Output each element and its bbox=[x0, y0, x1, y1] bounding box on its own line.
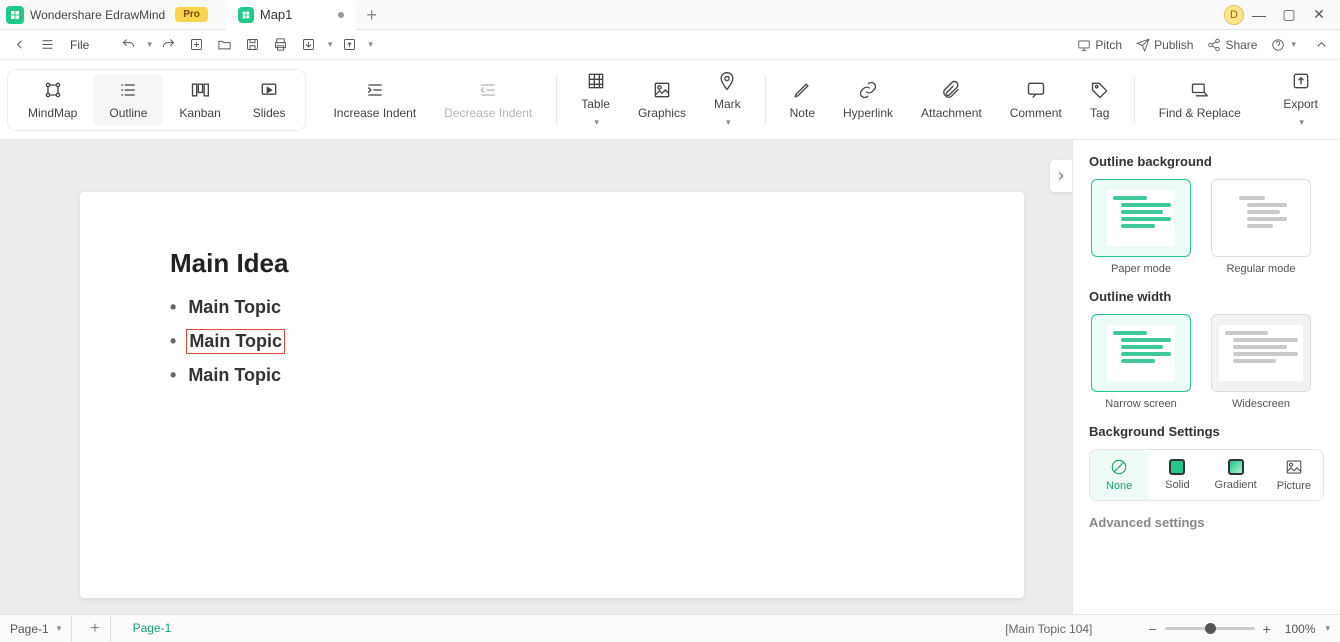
side-panel: Outline background Paper mode Regular mo… bbox=[1072, 140, 1340, 614]
hyperlink-button[interactable]: Hyperlink bbox=[829, 74, 907, 126]
outline-main-idea[interactable]: Main Idea bbox=[170, 248, 934, 279]
outline-topic-item[interactable]: Main Topic bbox=[170, 359, 934, 392]
user-avatar[interactable]: D bbox=[1224, 5, 1244, 25]
zoom-control: − + 100%▾ bbox=[1148, 621, 1330, 637]
redo-button[interactable] bbox=[158, 34, 180, 56]
kanban-view-button[interactable]: Kanban bbox=[163, 74, 236, 126]
undo-button[interactable] bbox=[117, 34, 139, 56]
tag-button[interactable]: Tag bbox=[1076, 74, 1124, 126]
page-tab[interactable]: Page-1 bbox=[119, 615, 186, 642]
outline-paper: Main Idea Main Topic Main Topic Main Top… bbox=[80, 192, 1024, 598]
view-mode-group: MindMap Outline Kanban Slides bbox=[8, 70, 305, 130]
menu-button[interactable] bbox=[36, 34, 58, 56]
outline-view-button[interactable]: Outline bbox=[93, 74, 163, 126]
add-page-button[interactable]: + bbox=[80, 615, 110, 642]
app-title: Wondershare EdrawMind bbox=[30, 8, 165, 22]
doc-tab-label: Map1 bbox=[260, 7, 293, 22]
outline-topic-item[interactable]: Main Topic bbox=[170, 324, 934, 359]
print-button[interactable] bbox=[270, 34, 292, 56]
file-menu[interactable]: File bbox=[70, 38, 89, 52]
collapse-panel-button[interactable] bbox=[1050, 160, 1072, 192]
app-logo-icon bbox=[6, 6, 24, 24]
share-quick-button[interactable] bbox=[338, 34, 360, 56]
outline-topic-item[interactable]: Main Topic bbox=[170, 291, 934, 324]
widescreen-option[interactable]: Widescreen bbox=[1209, 314, 1313, 410]
table-button[interactable]: Table▾ bbox=[567, 65, 624, 134]
document-tab[interactable]: Map1 bbox=[226, 0, 357, 30]
outline-topic-list: Main Topic Main Topic Main Topic bbox=[170, 291, 934, 392]
advanced-settings-title[interactable]: Advanced settings bbox=[1089, 515, 1324, 530]
note-button[interactable]: Note bbox=[776, 74, 829, 126]
bg-settings-title: Background Settings bbox=[1089, 424, 1324, 439]
comment-button[interactable]: Comment bbox=[996, 74, 1076, 126]
outline-bg-title: Outline background bbox=[1089, 154, 1324, 169]
new-button[interactable] bbox=[186, 34, 208, 56]
bg-solid-option[interactable]: Solid bbox=[1148, 450, 1206, 500]
attachment-button[interactable]: Attachment bbox=[907, 74, 996, 126]
solid-swatch-icon bbox=[1169, 459, 1185, 475]
close-button[interactable]: ✕ bbox=[1304, 6, 1334, 23]
share-button[interactable]: Share bbox=[1207, 38, 1257, 52]
share-dropdown[interactable]: ▾ bbox=[368, 39, 373, 50]
decrease-indent-button: Decrease Indent bbox=[430, 74, 546, 126]
zoom-slider[interactable] bbox=[1165, 627, 1255, 630]
increase-indent-button[interactable]: Increase Indent bbox=[319, 74, 430, 126]
zoom-in-button[interactable]: + bbox=[1263, 621, 1271, 637]
mark-button[interactable]: Mark▾ bbox=[700, 65, 755, 134]
back-button[interactable] bbox=[8, 34, 30, 56]
export-quick-button[interactable] bbox=[298, 34, 320, 56]
bg-picture-option[interactable]: Picture bbox=[1265, 450, 1323, 500]
find-replace-button[interactable]: Find & Replace bbox=[1145, 74, 1255, 126]
save-button[interactable] bbox=[242, 34, 264, 56]
bg-settings-group: None Solid Gradient Picture bbox=[1089, 449, 1324, 501]
slides-view-button[interactable]: Slides bbox=[237, 74, 302, 126]
maximize-button[interactable]: ▢ bbox=[1274, 6, 1304, 23]
page-selector[interactable]: Page-1▾ bbox=[10, 615, 72, 642]
mindmap-view-button[interactable]: MindMap bbox=[12, 74, 93, 126]
tab-modified-dot-icon bbox=[338, 12, 344, 18]
export-dropdown[interactable]: ▾ bbox=[328, 39, 333, 50]
quick-toolbar: File ▾ ▾ ▾ Pitch Publish Share ▾ bbox=[0, 30, 1340, 60]
canvas[interactable]: Main Idea Main Topic Main Topic Main Top… bbox=[0, 140, 1072, 614]
pro-badge: Pro bbox=[175, 7, 208, 22]
selection-info: [Main Topic 104] bbox=[1005, 622, 1092, 636]
outline-width-title: Outline width bbox=[1089, 289, 1324, 304]
statusbar: Page-1▾ + Page-1 [Main Topic 104] − + 10… bbox=[0, 614, 1340, 642]
undo-dropdown[interactable]: ▾ bbox=[147, 39, 152, 50]
narrow-screen-option[interactable]: Narrow screen bbox=[1089, 314, 1193, 410]
main-area: Main Idea Main Topic Main Topic Main Top… bbox=[0, 140, 1340, 614]
zoom-value[interactable]: 100% bbox=[1285, 622, 1316, 636]
minimize-button[interactable]: — bbox=[1244, 7, 1274, 23]
titlebar: Wondershare EdrawMind Pro Map1 + D — ▢ ✕ bbox=[0, 0, 1340, 30]
zoom-out-button[interactable]: − bbox=[1148, 621, 1156, 637]
regular-mode-option[interactable]: Regular mode bbox=[1209, 179, 1313, 275]
add-tab-button[interactable]: + bbox=[366, 6, 377, 24]
gradient-swatch-icon bbox=[1228, 459, 1244, 475]
help-button[interactable]: ▾ bbox=[1271, 38, 1296, 52]
bg-gradient-option[interactable]: Gradient bbox=[1207, 450, 1265, 500]
graphics-button[interactable]: Graphics bbox=[624, 74, 700, 126]
collapse-ribbon-button[interactable] bbox=[1310, 34, 1332, 56]
export-button[interactable]: Export▾ bbox=[1269, 65, 1332, 134]
bg-none-option[interactable]: None bbox=[1090, 450, 1148, 500]
paper-mode-option[interactable]: Paper mode bbox=[1089, 179, 1193, 275]
ribbon: MindMap Outline Kanban Slides Increase I… bbox=[0, 60, 1340, 140]
pitch-button[interactable]: Pitch bbox=[1077, 38, 1122, 52]
open-button[interactable] bbox=[214, 34, 236, 56]
doc-tab-icon bbox=[238, 7, 254, 23]
publish-button[interactable]: Publish bbox=[1136, 38, 1193, 52]
